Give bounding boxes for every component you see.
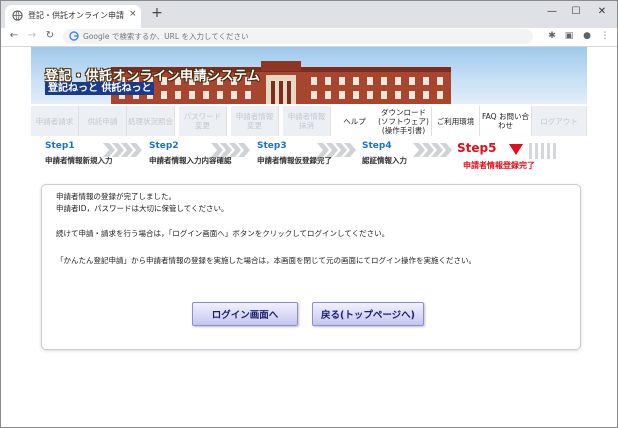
menu-item-faq[interactable]: FAQ お問い合わせ [480,106,532,136]
step-4: Step4 認証情報入力 [362,141,407,165]
menu-item-status-inquiry[interactable]: 処理状況照会 [127,106,175,136]
menu-item-help[interactable]: ヘルプ [331,106,379,136]
maximize-button[interactable]: ☐ [567,4,585,20]
chevron-right-icon [103,143,142,157]
browser-tab[interactable]: 登記・供託オンライン申請システム・・ × [5,5,141,28]
profile-icon[interactable]: ● [581,30,593,42]
menu-item-applicant-delete[interactable]: 申請者情報 抹消 [283,106,331,136]
tab-title: 登記・供託オンライン申請システム・・ [28,11,124,20]
message-login-instruction: 続けて申請・請求を行う場合は，「ログイン画面へ」ボタンをクリックしてログインして… [56,229,390,238]
message-easy-registration: 「かんたん登記申請」から申請者情報の登録を実施した場合は，本画面を閉じて元の画面… [56,256,476,265]
back-to-top-button[interactable]: 戻る(トップページへ) [312,302,424,326]
menu-item-application-request[interactable]: 申請者請求 [31,106,79,136]
site-banner: 登記・供託オンライン申請システム 登記ねっと 供託ねっと [31,47,587,104]
menu-item-deposit[interactable]: 供託申請 [79,106,127,136]
minimize-button[interactable]: — [543,4,561,20]
completion-panel: 申請者情報の登録が完了しました。 申請者ID，パスワードは大切に保管してください… [41,184,581,350]
current-step-arrow-icon [509,144,523,155]
reload-icon[interactable]: ↻ [43,29,57,43]
extensions-icon[interactable]: ✱ [546,30,558,42]
progress-bars-icon [529,143,556,159]
message-keep-credentials: 申請者ID，パスワードは大切に保管してください。 [56,204,229,213]
chevron-right-icon [413,143,452,157]
banner-subtitle: 登記ねっと 供託ねっと [45,82,155,95]
menu-item-download[interactable]: ダウンロード (ソフトウェア) (操作手引書) [376,106,432,136]
menu-item-applicant-change[interactable]: 申請者情報 変更 [231,106,279,136]
login-screen-button[interactable]: ログイン画面へ [192,302,298,326]
message-registration-complete: 申請者情報の登録が完了しました。 [56,192,176,201]
menu-item-environment[interactable]: ご利用環境 [432,106,480,136]
new-tab-button[interactable]: + [149,5,165,21]
browser-toolbar: ← → ↻ ✱ ▣ ● ⋮ [1,28,617,47]
menu-item-password-change[interactable]: パスワード 変更 [179,106,227,136]
browser-window: 登記・供託オンライン申請システム・・ × + — ☐ ✕ ← → ↻ ✱ ▣ ●… [0,0,618,428]
google-icon [69,31,79,41]
globe-icon [12,10,23,21]
back-icon[interactable]: ← [7,29,21,43]
omnibox-input[interactable] [83,29,523,44]
chevron-right-icon [317,143,356,157]
step-5: Step5 申請者情報登録完了 [457,141,535,170]
tab-close-icon[interactable]: × [129,9,137,19]
sidebar-icon[interactable]: ▣ [563,30,575,42]
tab-bar: 登記・供託オンライン申請システム・・ × + — ☐ ✕ [1,1,617,28]
forward-icon[interactable]: → [25,29,39,43]
progress-steps: Step1 申請者情報新規入力 Step2 申請者情報入力内容確認 Step3 … [31,141,587,177]
main-menu: 申請者請求 供託申請 処理状況照会 パスワード 変更 申請者情報 変更 申請者情… [31,106,587,136]
menu-item-logout[interactable]: ログアウト [532,106,587,136]
more-icon[interactable]: ⋮ [599,30,611,42]
address-bar[interactable] [63,29,533,44]
chevron-right-icon [211,143,250,157]
close-window-button[interactable]: ✕ [593,4,611,20]
